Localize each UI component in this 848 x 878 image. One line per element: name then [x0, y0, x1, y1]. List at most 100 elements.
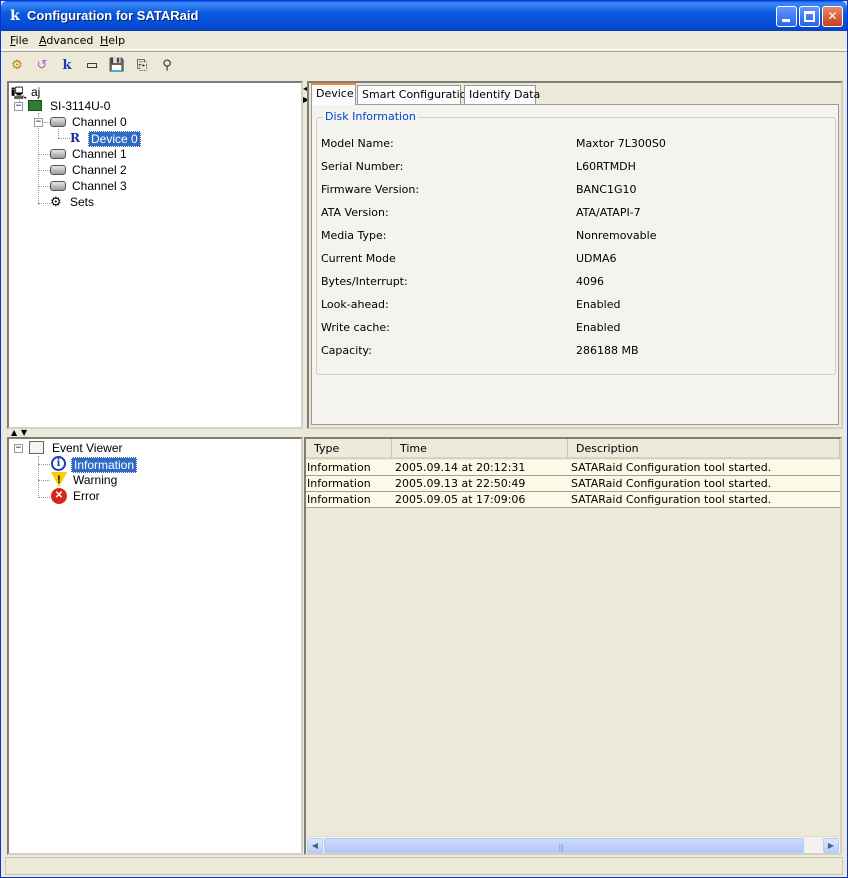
menu-file-label: ile: [15, 34, 29, 47]
serial-number-label: Serial Number:: [321, 160, 404, 173]
capacity-value: 286188 MB: [576, 344, 639, 357]
tab-content-device: Disk Information Model Name: Maxtor 7L30…: [311, 104, 839, 425]
media-type-label: Media Type:: [321, 229, 387, 242]
title-bar[interactable]: k Configuration for SATARaid ✕: [1, 1, 847, 31]
scroll-thumb[interactable]: |||: [324, 838, 804, 853]
scroll-left-button[interactable]: ◀: [307, 838, 323, 853]
tree-line: [38, 480, 50, 481]
group-title: Disk Information: [323, 110, 418, 123]
wizard-icon[interactable]: k: [58, 57, 76, 75]
raid-device-icon: R: [70, 131, 80, 145]
event-viewer-icon: [29, 441, 44, 454]
refresh-icon[interactable]: ↺: [33, 57, 51, 75]
tree-label-channel-1: Channel 1: [72, 147, 127, 161]
column-header-time[interactable]: Time: [392, 439, 568, 459]
event-tree[interactable]: − Event Viewer i Information ! Warning ✕…: [7, 437, 303, 855]
save-icon[interactable]: 💾: [108, 57, 126, 75]
table-row[interactable]: Information 2005.09.05 at 17:09:06 SATAR…: [306, 492, 840, 508]
binoculars-icon[interactable]: ⚲: [158, 57, 176, 75]
app-icon: k: [10, 8, 20, 24]
tree-label-sets: Sets: [70, 195, 95, 209]
column-header-description[interactable]: Description: [568, 439, 840, 459]
controller-card-icon: [28, 100, 42, 111]
splitter-up-arrow-icon[interactable]: ▲: [11, 429, 17, 437]
hard-disk-icon: [50, 149, 66, 159]
look-ahead-label: Look-ahead:: [321, 298, 389, 311]
close-button[interactable]: ✕: [822, 6, 843, 27]
status-bar: [5, 857, 843, 875]
model-name-value: Maxtor 7L300S0: [576, 137, 666, 150]
menu-help[interactable]: Help: [100, 34, 125, 47]
cell-type: Information: [307, 493, 371, 506]
disk-information-group: Disk Information Model Name: Maxtor 7L30…: [316, 110, 836, 375]
splitter-down-arrow-icon[interactable]: ▼: [21, 429, 27, 437]
gear-icon[interactable]: ⚙: [8, 57, 26, 75]
error-icon: ✕: [51, 488, 67, 504]
bytes-interrupt-value: 4096: [576, 275, 604, 288]
firmware-version-label: Firmware Version:: [321, 183, 420, 196]
tree-line: [38, 154, 50, 155]
minimize-button[interactable]: [776, 6, 797, 27]
event-table: Type Time Description Information 2005.0…: [304, 437, 842, 855]
tab-device[interactable]: Device: [311, 83, 356, 105]
tree-line: [38, 186, 50, 187]
tree-label-warning: Warning: [73, 473, 118, 487]
device-tree[interactable]: 🖳 aj − SI-3114U-0 − Channel 0 R Device 0…: [7, 81, 303, 429]
device-details-panel: Device Smart Configuration Identify Data…: [307, 81, 843, 429]
cell-type: Information: [307, 461, 371, 474]
capacity-label: Capacity:: [321, 344, 372, 357]
column-header-type[interactable]: Type: [306, 439, 392, 459]
tree-label-root: aj: [31, 85, 41, 99]
table-row[interactable]: Information 2005.09.13 at 22:50:49 SATAR…: [306, 476, 840, 492]
current-mode-value: UDMA6: [576, 252, 617, 265]
table-row[interactable]: Information 2005.09.14 at 20:12:31 SATAR…: [306, 460, 840, 476]
menu-advanced-label: dvanced: [46, 34, 94, 47]
maximize-button[interactable]: [799, 6, 820, 27]
hard-disk-icon: [50, 117, 66, 127]
menu-advanced[interactable]: Advanced: [39, 34, 93, 47]
tree-expander-channel-0[interactable]: −: [34, 118, 43, 127]
model-name-label: Model Name:: [321, 137, 394, 150]
cell-time: 2005.09.14 at 20:12:31: [395, 461, 526, 474]
cell-time: 2005.09.13 at 22:50:49: [395, 477, 526, 490]
tree-label-error: Error: [73, 489, 100, 503]
cell-description: SATARaid Configuration tool started.: [571, 493, 772, 506]
bytes-interrupt-label: Bytes/Interrupt:: [321, 275, 408, 288]
media-type-value: Nonremovable: [576, 229, 657, 242]
tree-line: [58, 138, 70, 139]
tree-expander-event-viewer[interactable]: −: [14, 444, 23, 453]
tree-line: [38, 170, 50, 171]
drive-icon[interactable]: ▭: [83, 57, 101, 75]
tree-label-channel-2: Channel 2: [72, 163, 127, 177]
tree-label-channel-0: Channel 0: [72, 115, 127, 129]
sets-gear-icon: ⚙: [50, 194, 62, 209]
scroll-right-button[interactable]: ▶: [823, 838, 839, 853]
menu-help-label: elp: [108, 34, 126, 47]
serial-number-value: L60RTMDH: [576, 160, 636, 173]
look-ahead-value: Enabled: [576, 298, 621, 311]
tab-smart-configuration[interactable]: Smart Configuration: [357, 85, 473, 104]
menu-file[interactable]: File: [10, 34, 28, 47]
information-icon: i: [51, 456, 66, 471]
ata-version-label: ATA Version:: [321, 206, 389, 219]
hard-disk-icon: [50, 181, 66, 191]
maximize-icon: [804, 11, 815, 22]
cell-description: SATARaid Configuration tool started.: [571, 461, 772, 474]
write-cache-label: Write cache:: [321, 321, 390, 334]
tree-line: [38, 464, 50, 465]
copy-icon[interactable]: ⎘: [133, 57, 151, 75]
tab-identify-data[interactable]: Identify Data: [464, 85, 540, 104]
tree-label-device-0: Device 0: [88, 131, 141, 147]
toolbar: ⚙ ↺ k ▭ 💾 ⎘ ⚲: [1, 51, 847, 78]
scroll-grip-icon: |||: [558, 843, 564, 852]
write-cache-value: Enabled: [576, 321, 621, 334]
tree-expander-controller[interactable]: −: [14, 102, 23, 111]
horizontal-scrollbar[interactable]: ◀ ||| ▶: [306, 836, 840, 853]
menu-bar: File Advanced Help: [1, 31, 847, 50]
cell-type: Information: [307, 477, 371, 490]
tree-label-controller: SI-3114U-0: [50, 99, 111, 113]
current-mode-label: Current Mode: [321, 252, 396, 265]
cell-description: SATARaid Configuration tool started.: [571, 477, 772, 490]
computer-icon: 🖳: [11, 86, 28, 100]
cell-time: 2005.09.05 at 17:09:06: [395, 493, 526, 506]
